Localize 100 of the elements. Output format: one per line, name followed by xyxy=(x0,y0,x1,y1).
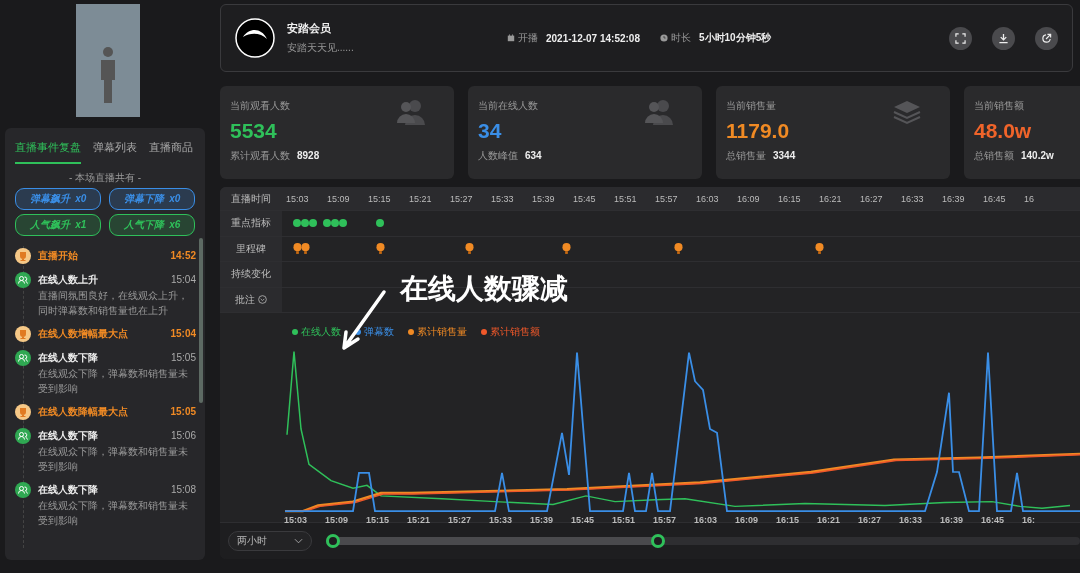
fullscreen-button[interactable] xyxy=(949,26,972,50)
duration-label: 时长 xyxy=(670,31,691,45)
panel-tab[interactable]: 弹幕列表 xyxy=(93,138,137,164)
share-button[interactable] xyxy=(1035,26,1058,50)
time-label: 15:33 xyxy=(491,193,515,204)
stat-value: 5534 xyxy=(230,119,278,143)
time-label: 16:45 xyxy=(983,193,1007,204)
row-label: 持续变化 xyxy=(220,262,282,287)
account-name: 安踏会员 xyxy=(287,21,332,36)
indicator-dot[interactable] xyxy=(323,219,331,227)
legend-label[interactable]: 累计销售额 xyxy=(490,325,540,339)
chevron-down-icon[interactable] xyxy=(258,295,267,305)
stat-sub-value: 3344 xyxy=(773,150,796,161)
milestone-marker-icon[interactable] xyxy=(674,242,683,254)
time-label: 15:39 xyxy=(532,193,556,204)
milestone-marker-icon[interactable] xyxy=(301,242,310,254)
milestone-marker-icon[interactable] xyxy=(465,242,474,254)
indicator-dot[interactable] xyxy=(301,219,309,227)
time-label: 15:09 xyxy=(327,193,351,204)
axis-label: 16: xyxy=(1022,515,1036,525)
stat-value: 1179.0 xyxy=(726,119,791,143)
stat-sub-value: 8928 xyxy=(297,150,320,161)
indicator-dot[interactable] xyxy=(376,219,384,227)
time-label: 16:27 xyxy=(860,193,884,204)
indicator-dot[interactable] xyxy=(331,219,339,227)
indicator-dot[interactable] xyxy=(309,219,317,227)
milestone-marker-icon[interactable] xyxy=(815,242,824,254)
event-title: 在线人数增幅最大点 xyxy=(38,327,128,341)
range-dropdown[interactable]: 两小时 xyxy=(228,531,312,551)
share-icon xyxy=(1041,32,1052,44)
start-label: 开播 xyxy=(518,31,538,45)
row-label: 里程碑 xyxy=(220,236,282,261)
axis-label: 16:15 xyxy=(776,515,801,525)
event-description: 在线观众下降，弹幕数和销售量未受到影响 xyxy=(38,445,189,474)
stat-value: 48.0w xyxy=(974,119,1033,143)
stat-label: 当前销售量 xyxy=(726,99,776,113)
axis-label: 16:27 xyxy=(858,515,883,525)
scrollbar[interactable] xyxy=(199,238,203,403)
slider-handle[interactable] xyxy=(326,534,340,548)
event-time: 14:52 xyxy=(170,249,196,263)
axis-label: 16:09 xyxy=(735,515,760,525)
event-title: 在线人数下降 xyxy=(38,429,98,443)
event-title: 直播开始 xyxy=(38,249,78,263)
event-description: 在线观众下降，弹幕数和销售量未受到影响 xyxy=(38,499,189,528)
axis-label: 16:45 xyxy=(981,515,1006,525)
time-label: 15:27 xyxy=(450,193,474,204)
axis-label: 16:03 xyxy=(694,515,719,525)
event-title: 在线人数降幅最大点 xyxy=(38,405,128,419)
axis-label: 15:15 xyxy=(366,515,391,525)
legend-label[interactable]: 在线人数 xyxy=(301,325,341,339)
time-label: 15:45 xyxy=(573,193,597,204)
stat-label: 当前销售额 xyxy=(974,99,1024,113)
milestone-marker-icon[interactable] xyxy=(562,242,571,254)
clock-icon xyxy=(659,34,668,42)
axis-label: 16:39 xyxy=(940,515,965,525)
axis-label: 15:21 xyxy=(407,515,432,525)
download-button[interactable] xyxy=(992,26,1015,50)
event-time: 15:08 xyxy=(170,483,196,497)
stat-sub-label: 人数峰值 xyxy=(478,150,518,161)
panel-tab[interactable]: 直播事件复盘 xyxy=(15,138,81,164)
legend-label[interactable]: 累计销售量 xyxy=(417,325,467,339)
time-label: 15:51 xyxy=(614,193,638,204)
event-title: 在线人数上升 xyxy=(38,273,98,287)
axis-label: 15:09 xyxy=(325,515,350,525)
duration-value: 5小时10分钟5秒 xyxy=(698,31,772,45)
stat-label: 当前观看人数 xyxy=(230,99,290,113)
event-time: 15:05 xyxy=(170,405,196,419)
axis-label: 15:03 xyxy=(284,515,309,525)
milestone-marker-icon[interactable] xyxy=(376,242,385,254)
stat-sub-label: 累计观看人数 xyxy=(230,150,290,161)
chevron-down-icon xyxy=(294,538,303,544)
time-label: 16 xyxy=(1024,193,1035,204)
logo-icon xyxy=(235,18,275,58)
users-icon xyxy=(15,428,31,444)
legend-label[interactable]: 弹幕数 xyxy=(364,325,394,339)
slider-handle[interactable] xyxy=(650,534,665,548)
users-icon xyxy=(15,350,31,366)
panel-tab[interactable]: 直播商品 xyxy=(149,138,193,164)
event-count-badge: 弹幕飙升 x0 xyxy=(15,188,101,210)
event-time: 15:04 xyxy=(170,273,196,287)
indicator-dot[interactable] xyxy=(293,219,301,227)
stat-sub-value: 634 xyxy=(525,150,542,161)
row-label: 批注 xyxy=(235,292,255,307)
event-description: 在线观众下降，弹幕数和销售量未受到影响 xyxy=(38,367,189,396)
time-label: 16:15 xyxy=(778,193,802,204)
axis-label: 15:33 xyxy=(489,515,514,525)
time-label: 16:33 xyxy=(901,193,925,204)
indicator-dot[interactable] xyxy=(339,219,347,227)
stat-sub-label: 总销售额 xyxy=(974,150,1014,161)
stat-label: 当前在线人数 xyxy=(478,99,538,113)
axis-label: 15:27 xyxy=(448,515,473,525)
event-time: 15:05 xyxy=(170,351,196,365)
event-time: 15:06 xyxy=(170,429,196,443)
range-slider[interactable] xyxy=(326,534,1080,548)
milestone-marker-icon[interactable] xyxy=(293,242,302,254)
axis-label: 15:45 xyxy=(571,515,596,525)
event-count-badge: 人气下降 x6 xyxy=(109,214,195,236)
stat-sub-label: 总销售量 xyxy=(726,150,766,161)
stat-value: 34 xyxy=(478,119,503,143)
event-time: 15:04 xyxy=(170,327,196,341)
